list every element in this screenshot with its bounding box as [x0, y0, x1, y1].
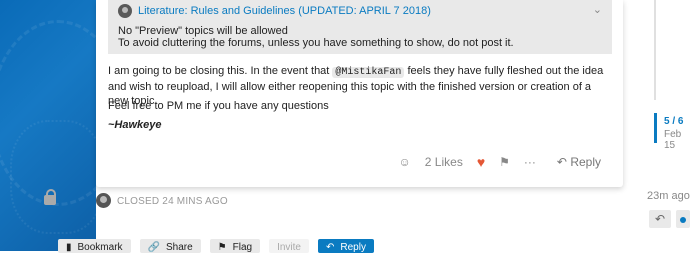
bookmark-icon: ▮ [66, 242, 72, 253]
timeline-handle[interactable] [654, 113, 657, 143]
reply-button[interactable]: ↶ Reply [550, 151, 608, 173]
post-signature: ~Hawkeye [108, 119, 162, 131]
post-actions: ☺ 2 Likes ♥ ⚑ ··· ↶ Reply [385, 151, 608, 173]
reply-icon: ↶ [556, 155, 567, 169]
timeline-jump-button[interactable] [676, 210, 690, 228]
user-mention[interactable]: @MistikaFan [332, 67, 405, 78]
likes-count[interactable]: 2 Likes [425, 155, 463, 169]
background-art [0, 0, 96, 251]
avatar[interactable] [96, 193, 111, 208]
timeline-track [654, 0, 656, 100]
post-panel: Literature: Rules and Guidelines (UPDATE… [96, 0, 623, 187]
timeline-count: 5 / 6 [664, 116, 684, 127]
reply-icon: ↶ [326, 242, 335, 253]
chevron-down-icon[interactable]: ⌄ [593, 3, 602, 16]
heart-icon[interactable]: ♥ [477, 154, 485, 170]
lock-icon [44, 189, 56, 205]
quote-title[interactable]: Literature: Rules and Guidelines (UPDATE… [138, 5, 431, 17]
smile-icon[interactable]: ☺ [399, 155, 411, 169]
dot-icon [680, 217, 686, 223]
flag-icon: ⚑ [217, 242, 227, 253]
closed-text: CLOSED 24 MINS AGO [117, 196, 228, 207]
more-icon[interactable]: ··· [524, 155, 536, 169]
share-icon: 🔗 [147, 242, 160, 253]
post-paragraph: Feel free to PM me if you have any quest… [108, 100, 329, 112]
quote-block: Literature: Rules and Guidelines (UPDATE… [108, 0, 612, 54]
quote-line: To avoid cluttering the forums, unless y… [118, 37, 514, 49]
timeline-date: Feb 15 [664, 129, 682, 151]
closed-time: 23m ago [647, 190, 690, 202]
quote-line: No "Preview" topics will be allowed [118, 25, 288, 37]
quote-avatar [118, 4, 132, 18]
quote-header[interactable]: Literature: Rules and Guidelines (UPDATE… [118, 2, 431, 20]
timeline-back-button[interactable]: ↶ [649, 210, 671, 228]
flag-icon[interactable]: ⚑ [499, 155, 510, 169]
closed-notice: CLOSED 24 MINS AGO [0, 189, 640, 213]
